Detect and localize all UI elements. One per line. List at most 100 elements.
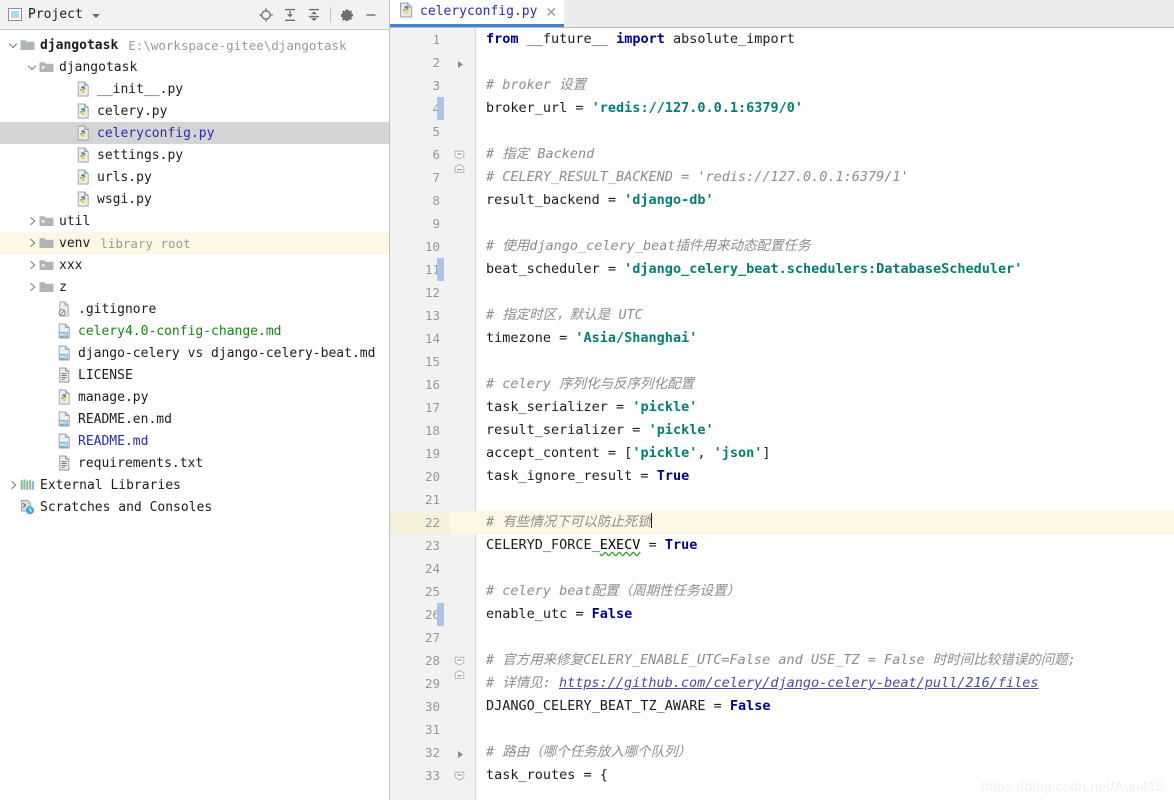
fold-expand-icon[interactable] (454, 746, 467, 759)
code-line[interactable]: 28 # 官方用来修复CELERY_ENABLE_UTC=False and U… (390, 649, 1174, 672)
locate-icon[interactable] (254, 3, 278, 27)
code-line[interactable]: 2 (390, 51, 1174, 74)
project-tool-window-title-button[interactable]: Project (8, 7, 100, 22)
file-requirements[interactable]: requirements.txt (0, 452, 389, 474)
chevron-down-icon[interactable] (6, 34, 19, 56)
folder-z[interactable]: z (0, 276, 389, 298)
code-line[interactable]: 8 result_backend = 'django-db' (390, 189, 1174, 212)
fold-collapse-icon[interactable] (454, 655, 467, 668)
code-line[interactable]: 19 accept_content = ['pickle', 'json'] (390, 442, 1174, 465)
file-gitignore[interactable]: .gitignore (0, 298, 389, 320)
code-line[interactable]: 22 # 有些情况下可以防止死锁 (390, 511, 1174, 534)
code-line[interactable]: 23 CELERYD_FORCE_EXECV = True (390, 534, 1174, 557)
fold-expand-icon[interactable] (454, 56, 467, 69)
code-line[interactable]: 11 beat_scheduler = 'django_celery_beat.s… (390, 258, 1174, 281)
code-line[interactable]: 1 from __future__ import absolute_import (390, 28, 1174, 51)
code-line[interactable]: 14 timezone = 'Asia/Shanghai' (390, 327, 1174, 350)
code-line[interactable]: 9 (390, 212, 1174, 235)
close-icon[interactable]: ✕ (545, 5, 557, 19)
project-tree[interactable]: djangotask E:\workspace-gitee\djangotask … (0, 30, 389, 800)
code-line[interactable]: 30 DJANGO_CELERY_BEAT_TZ_AWARE = False (390, 695, 1174, 718)
code-line[interactable]: 29 # 详情见: https://github.com/celery/djan… (390, 669, 1174, 695)
code-line[interactable]: 17 task_serializer = 'pickle' (390, 396, 1174, 419)
chevron-down-icon[interactable] (25, 56, 38, 78)
package-djangotask[interactable]: djangotask (0, 56, 389, 78)
file-manage[interactable]: manage.py (0, 386, 389, 408)
chevron-right-icon[interactable] (25, 232, 38, 254)
file-readme-en[interactable]: MD README.en.md (0, 408, 389, 430)
chevron-right-icon[interactable] (25, 254, 38, 276)
code-line[interactable]: 21 (390, 488, 1174, 511)
tree-arrow-placeholder (44, 342, 57, 364)
file-django-celery-vs[interactable]: MD django-celery vs django-celery-beat.md (0, 342, 389, 364)
file-celery[interactable]: celery.py (0, 100, 389, 122)
file-init[interactable]: __init__.py (0, 78, 389, 100)
code-line[interactable]: 7 # CELERY_RESULT_BACKEND = 'redis://127… (390, 163, 1174, 189)
editor-tab-bar: celeryconfig.py ✕ (390, 0, 1174, 28)
fold-collapse-icon[interactable] (454, 163, 467, 176)
code-line[interactable]: 27 (390, 626, 1174, 649)
hide-icon[interactable] (359, 3, 383, 27)
chevron-right-icon[interactable] (6, 474, 19, 496)
vcs-change-marker[interactable] (437, 97, 444, 120)
collapse-all-icon[interactable] (302, 3, 326, 27)
code-line-text: DJANGO_CELERY_BEAT_TZ_AWARE = False (486, 695, 770, 718)
tree-node-label: djangotask (40, 37, 119, 53)
line-number: 18 (424, 423, 440, 438)
code-line[interactable]: 18 result_serializer = 'pickle' (390, 419, 1174, 442)
editor-tab-celeryconfig[interactable]: celeryconfig.py ✕ (390, 0, 565, 27)
folder-icon (38, 235, 55, 251)
line-number: 16 (424, 377, 440, 392)
code-line[interactable]: 6 # 指定 Backend (390, 143, 1174, 166)
code-line[interactable]: 26 enable_utc = False (390, 603, 1174, 626)
svg-text:MD: MD (59, 354, 68, 360)
code-line[interactable]: 3 # broker 设置 (390, 74, 1174, 97)
chevron-down-icon[interactable] (91, 13, 100, 18)
file-license[interactable]: LICENSE (0, 364, 389, 386)
code-line[interactable]: 32 # 路由（哪个任务放入哪个队列） (390, 741, 1174, 764)
code-line[interactable]: 10 # 使用django_celery_beat插件用来动态配置任务 (390, 235, 1174, 258)
chevron-right-icon[interactable] (25, 276, 38, 298)
folder-util[interactable]: util (0, 210, 389, 232)
code-line[interactable]: 31 (390, 718, 1174, 741)
code-line[interactable]: 20 task_ignore_result = True (390, 465, 1174, 488)
expand-all-icon[interactable] (278, 3, 302, 27)
node-scratches-and-consoles[interactable]: Scratches and Consoles (0, 496, 389, 518)
project-root[interactable]: djangotask E:\workspace-gitee\djangotask (0, 34, 389, 56)
code-line[interactable]: 25 # celery beat配置（周期性任务设置） (390, 580, 1174, 603)
file-celeryconfig[interactable]: celeryconfig.py (0, 122, 389, 144)
file-urls[interactable]: urls.py (0, 166, 389, 188)
code-line[interactable]: 5 (390, 120, 1174, 143)
code-line[interactable]: 33 task_routes = { (390, 764, 1174, 787)
chevron-right-icon[interactable] (25, 210, 38, 232)
file-celery4-config-change[interactable]: MD celery4.0-config-change.md (0, 320, 389, 342)
fold-collapse-icon[interactable] (454, 669, 467, 682)
fold-collapse-icon[interactable] (454, 149, 467, 162)
code-line[interactable]: 24 (390, 557, 1174, 580)
vcs-change-marker[interactable] (437, 258, 444, 281)
code-line[interactable]: 16 # celery 序列化与反序列化配置 (390, 373, 1174, 396)
code-line[interactable]: 12 (390, 281, 1174, 304)
code-line[interactable]: 15 (390, 350, 1174, 373)
file-settings[interactable]: settings.py (0, 144, 389, 166)
vcs-change-marker[interactable] (437, 603, 444, 626)
code-line[interactable]: 13 # 指定时区，默认是 UTC (390, 304, 1174, 327)
node-external-libraries[interactable]: External Libraries (0, 474, 389, 496)
line-number: 7 (432, 170, 440, 185)
code-token: result_serializer = (486, 422, 649, 438)
settings-gear-icon[interactable] (335, 3, 359, 27)
code-line[interactable]: 4broker_url = 'redis://127.0.0.1:6379/0' (390, 97, 1174, 120)
code-token: False (729, 698, 771, 714)
folder-venv[interactable]: venv library root (0, 232, 389, 254)
folder-xxx[interactable]: xxx (0, 254, 389, 276)
tree-node-label: celery4.0-config-change.md (78, 323, 282, 339)
python-file-icon (76, 191, 93, 207)
tree-node-label: djangotask (59, 59, 138, 75)
code-token: 'Asia/Shanghai' (575, 330, 698, 346)
file-wsgi[interactable]: wsgi.py (0, 188, 389, 210)
fold-collapse-icon[interactable] (454, 770, 467, 783)
code-editor[interactable]: 1 from __future__ import absolute_import 2… (390, 28, 1174, 800)
folder-icon (38, 279, 55, 295)
file-readme[interactable]: MD README.md (0, 430, 389, 452)
